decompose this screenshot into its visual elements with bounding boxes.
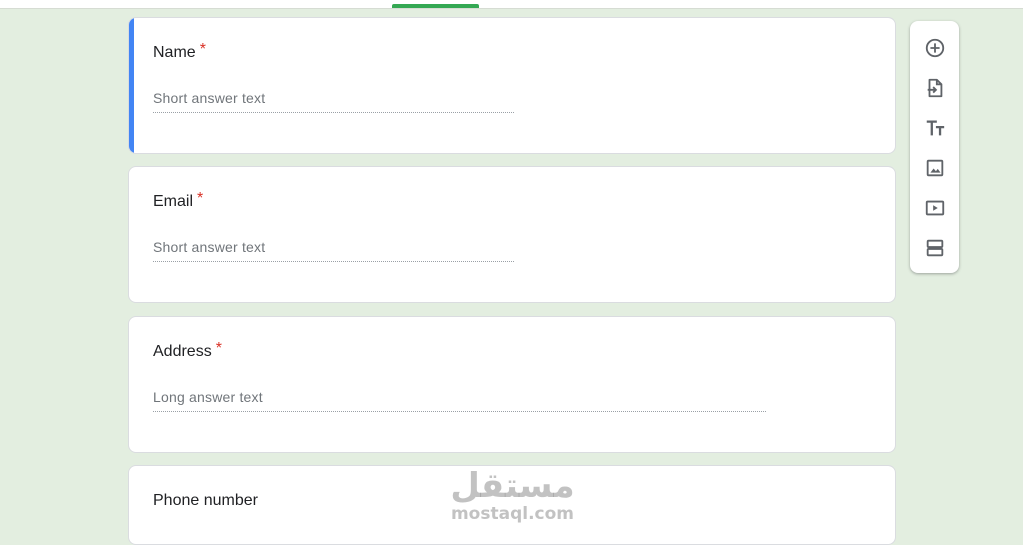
question-card-name[interactable]: Name * Short answer text	[128, 17, 896, 154]
question-title: Phone number	[153, 492, 258, 509]
answer-placeholder: Short answer text	[153, 90, 514, 113]
active-tab-indicator	[392, 4, 479, 8]
question-card-address[interactable]: Address * Long answer text	[128, 316, 896, 453]
required-asterisk: *	[199, 41, 206, 58]
floating-toolbar	[910, 21, 959, 273]
question-title: Email *	[153, 190, 204, 210]
required-asterisk: *	[197, 190, 204, 207]
answer-placeholder: Short answer text	[153, 239, 514, 262]
answer-placeholder: Long answer text	[153, 389, 766, 412]
question-card-email[interactable]: Email * Short answer text	[128, 166, 896, 303]
question-card-phone[interactable]: Phone number	[128, 465, 896, 545]
top-bar	[0, 0, 1023, 9]
question-title: Name *	[153, 41, 206, 61]
question-title: Address *	[153, 340, 222, 360]
add-question-icon[interactable]	[922, 35, 947, 60]
add-video-icon[interactable]	[922, 195, 947, 220]
add-section-icon[interactable]	[922, 235, 947, 260]
add-image-icon[interactable]	[922, 155, 947, 180]
add-title-icon[interactable]	[922, 115, 947, 140]
import-questions-icon[interactable]	[922, 75, 947, 100]
required-asterisk: *	[215, 340, 222, 357]
